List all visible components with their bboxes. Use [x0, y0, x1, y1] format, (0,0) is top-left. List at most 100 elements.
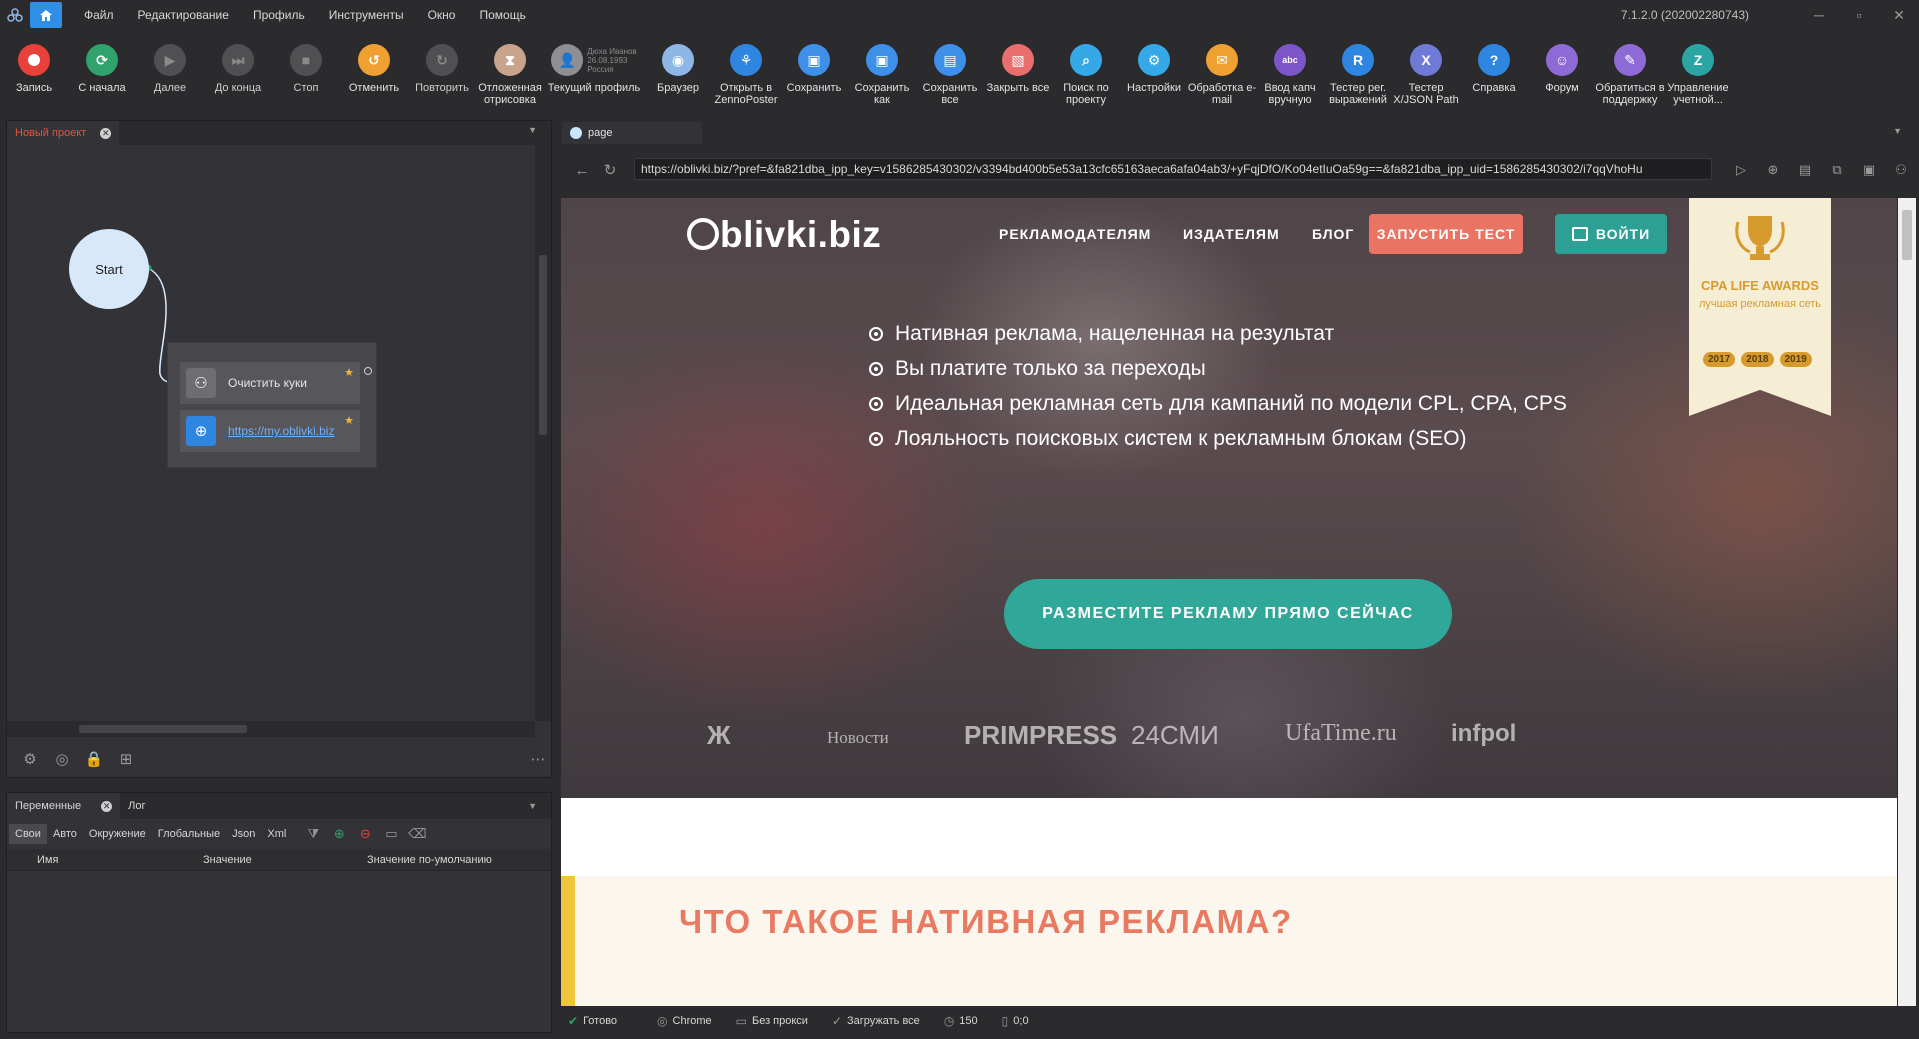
- user-avatar-icon: 👤: [551, 44, 584, 76]
- current-profile-button[interactable]: 👤 Дюха Иванов 26.08.1993 Россия Текущий …: [544, 30, 644, 116]
- column-name[interactable]: Имя: [7, 854, 173, 866]
- start-node[interactable]: Start: [69, 229, 149, 309]
- subtab-json[interactable]: Json: [226, 824, 261, 844]
- stop-button[interactable]: ■ Стоп: [272, 30, 340, 116]
- more-icon[interactable]: ⋯: [529, 750, 547, 768]
- menu-window[interactable]: Окно: [416, 0, 468, 30]
- filter-icon[interactable]: ⧩: [300, 826, 326, 842]
- xpath-tester-button[interactable]: X Тестер X/JSON Path: [1392, 30, 1460, 116]
- xpath-icon: X: [1410, 44, 1442, 76]
- nav-publishers-link[interactable]: ИЗДАТЕЛЯМ: [1183, 226, 1280, 242]
- columns-icon[interactable]: ▭: [378, 826, 404, 842]
- canvas-vertical-scrollbar[interactable]: [535, 145, 551, 721]
- home-button[interactable]: [30, 2, 62, 28]
- browser-button[interactable]: ◉ Браузер: [644, 30, 712, 116]
- output-port[interactable]: [364, 367, 372, 375]
- canvas-horizontal-scrollbar[interactable]: [7, 721, 535, 737]
- column-value[interactable]: Значение: [173, 854, 337, 866]
- floppy-icon: ▣: [798, 44, 830, 76]
- remove-variable-icon[interactable]: ⊖: [352, 826, 378, 842]
- column-default-value[interactable]: Значение по-умолчанию: [337, 854, 492, 866]
- undo-button[interactable]: ↺ Отменить: [340, 30, 408, 116]
- subtab-environment[interactable]: Окружение: [83, 824, 152, 844]
- eraser-icon[interactable]: ⌫: [404, 826, 430, 842]
- settings-button[interactable]: ⚙ Настройки: [1120, 30, 1188, 116]
- account-button[interactable]: Z Управление учетной...: [1664, 30, 1732, 116]
- search-project-button[interactable]: ⌕ Поиск по проекту: [1052, 30, 1120, 116]
- status-engine[interactable]: ◎ Chrome: [657, 1014, 712, 1028]
- subtab-auto[interactable]: Авто: [47, 824, 83, 844]
- close-all-button[interactable]: ▧ Закрыть все: [984, 30, 1052, 116]
- save-button[interactable]: ▣ Сохранить: [780, 30, 848, 116]
- home-icon: [40, 9, 52, 21]
- cookies-icon[interactable]: ⚇: [1890, 156, 1912, 184]
- project-canvas[interactable]: Start ⚇ Очистить куки ★ ⊕ https://my.obl…: [7, 145, 535, 721]
- save-as-button[interactable]: ▣ Сохранить как: [848, 30, 916, 116]
- record-button[interactable]: Запись: [0, 30, 68, 116]
- fit-view-icon[interactable]: ⊞: [117, 750, 135, 768]
- screenshot-icon[interactable]: ▣: [1858, 156, 1880, 184]
- nav-advertisers-link[interactable]: РЕКЛАМОДАТЕЛЯМ: [999, 226, 1151, 242]
- lock-icon[interactable]: 🔒: [85, 750, 104, 768]
- start-test-button[interactable]: ЗАПУСТИТЬ ТЕСТ: [1369, 214, 1523, 254]
- tab-log[interactable]: Лог: [120, 793, 217, 819]
- deferred-render-button[interactable]: ⧗ Отложенная отрисовка: [476, 30, 544, 116]
- place-ad-button[interactable]: РАЗМЕСТИТЕ РЕКЛАМУ ПРЯМО СЕЙЧАС: [1004, 579, 1452, 649]
- menu-tools[interactable]: Инструменты: [317, 0, 416, 30]
- go-icon[interactable]: ▷: [1730, 156, 1752, 184]
- subtab-xml[interactable]: Xml: [261, 824, 292, 844]
- menu-edit[interactable]: Редактирование: [126, 0, 241, 30]
- menu-profile[interactable]: Профиль: [241, 0, 317, 30]
- captcha-button[interactable]: abc Ввод капч вручную: [1256, 30, 1324, 116]
- canvas-settings-icon[interactable]: ⚙: [21, 750, 39, 768]
- to-end-button[interactable]: ⏭ До конца: [204, 30, 272, 116]
- variables-table-header: Имя Значение Значение по-умолчанию: [7, 849, 551, 871]
- close-variables-tab-icon[interactable]: ✕: [101, 800, 113, 812]
- panel-menu-chevron-icon[interactable]: ▼: [528, 125, 537, 135]
- status-timeout[interactable]: ◷ 150: [944, 1014, 978, 1028]
- close-window-button[interactable]: ✕: [1879, 0, 1919, 30]
- play-icon: ▶: [154, 44, 186, 76]
- tab-page[interactable]: page: [562, 122, 702, 144]
- web-viewport[interactable]: blivki.biz РЕКЛАМОДАТЕЛЯМ ИЗДАТЕЛЯМ БЛОГ…: [561, 198, 1897, 1006]
- from-start-button[interactable]: ⟳ С начала: [68, 30, 136, 116]
- subtab-own[interactable]: Свои: [9, 824, 47, 844]
- close-tab-icon[interactable]: ✕: [100, 127, 112, 139]
- copy-icon[interactable]: ⧉: [1826, 156, 1848, 184]
- open-zennoposter-button[interactable]: ⚘ Открыть в ZennoPoster: [712, 30, 780, 116]
- save-all-button[interactable]: ▤ Сохранить все: [916, 30, 984, 116]
- action-group[interactable]: ⚇ Очистить куки ★ ⊕ https://my.oblivki.b…: [167, 342, 377, 468]
- menu-file[interactable]: Файл: [72, 0, 126, 30]
- variables-menu-chevron-icon[interactable]: ▼: [528, 801, 537, 811]
- next-button[interactable]: ▶ Далее: [136, 30, 204, 116]
- navigate-url-block[interactable]: ⊕ https://my.oblivki.biz ★: [180, 410, 360, 452]
- add-variable-icon[interactable]: ⊕: [326, 826, 352, 842]
- clear-cookies-block[interactable]: ⚇ Очистить куки ★: [180, 362, 360, 404]
- maximize-button[interactable]: ▫: [1839, 0, 1879, 30]
- canvas-user-icon[interactable]: ◎: [53, 750, 71, 768]
- help-button[interactable]: ? Справка: [1460, 30, 1528, 116]
- forum-button[interactable]: ☺ Форум: [1528, 30, 1596, 116]
- back-arrow-icon[interactable]: ←: [568, 162, 596, 179]
- regex-tester-button[interactable]: R Тестер рег. выражений: [1324, 30, 1392, 116]
- page-source-icon[interactable]: ▤: [1794, 156, 1816, 184]
- support-button[interactable]: ✎ Обратиться в поддержку: [1595, 30, 1665, 116]
- redo-button[interactable]: ↻ Повторить: [408, 30, 476, 116]
- site-logo[interactable]: blivki.biz: [687, 214, 881, 256]
- email-button[interactable]: ✉ Обработка e-mail: [1188, 30, 1256, 116]
- url-input[interactable]: [634, 158, 1712, 180]
- minimize-button[interactable]: ─: [1799, 0, 1839, 30]
- add-tab-icon[interactable]: ⊕: [1762, 156, 1784, 184]
- award-years: 2017 2018 2019: [1703, 352, 1812, 367]
- tab-new-project[interactable]: Новый проект ✕: [7, 121, 120, 145]
- reload-icon[interactable]: ↻: [596, 161, 624, 179]
- nav-blog-link[interactable]: БЛОГ: [1312, 226, 1354, 242]
- tab-variables[interactable]: Переменные ✕: [7, 793, 121, 819]
- browser-menu-chevron-icon[interactable]: ▼: [1893, 126, 1902, 136]
- status-load[interactable]: ✓ Загружать все: [832, 1014, 920, 1028]
- status-proxy[interactable]: ▭ Без прокси: [736, 1014, 808, 1028]
- subtab-global[interactable]: Глобальные: [152, 824, 226, 844]
- page-vertical-scrollbar[interactable]: [1898, 198, 1916, 1006]
- menu-help[interactable]: Помощь: [467, 0, 537, 30]
- login-button[interactable]: ВОЙТИ: [1555, 214, 1667, 254]
